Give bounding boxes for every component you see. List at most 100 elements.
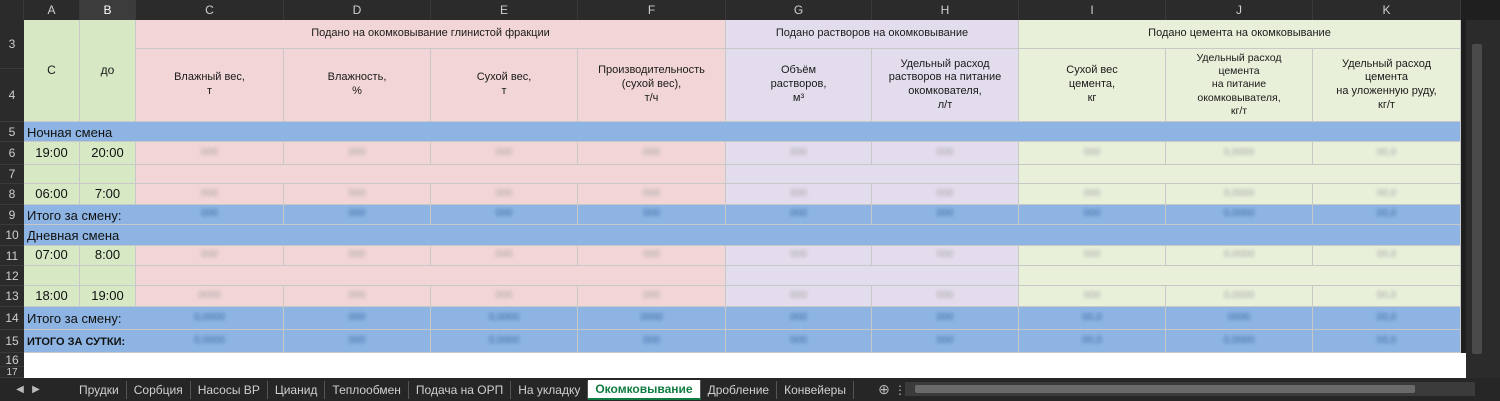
tab-pumps[interactable]: Насосы ВР bbox=[191, 380, 268, 399]
header-cement-spec-ore[interactable]: Удельный расход цемента на уложенную руд… bbox=[1313, 49, 1461, 122]
col-header-c[interactable]: C bbox=[136, 0, 284, 20]
cell[interactable]: 000 bbox=[1019, 142, 1166, 165]
cell[interactable]: 000 bbox=[431, 205, 578, 225]
cell[interactable]: 000 bbox=[1019, 246, 1166, 266]
cell[interactable]: 00,0 bbox=[1019, 307, 1166, 330]
tab-stacking[interactable]: На укладку bbox=[511, 380, 589, 399]
day-end-2[interactable]: 19:00 bbox=[80, 286, 136, 307]
vertical-scrollbar[interactable] bbox=[1466, 20, 1500, 378]
tab-sorption[interactable]: Сорбция bbox=[127, 380, 191, 399]
cell[interactable]: 00,0 bbox=[1313, 286, 1461, 307]
cell[interactable]: 000 bbox=[136, 184, 284, 205]
col-header-e[interactable]: E bbox=[431, 0, 578, 20]
cell[interactable]: 0000 bbox=[578, 307, 726, 330]
row-header-8[interactable]: 8 bbox=[0, 184, 24, 205]
cell[interactable]: 000 bbox=[872, 286, 1019, 307]
add-sheet-icon[interactable]: ⊕ bbox=[876, 381, 892, 398]
day-start-1[interactable]: 07:00 bbox=[24, 246, 80, 266]
horizontal-scrollbar[interactable] bbox=[905, 382, 1475, 396]
header-to[interactable]: до bbox=[80, 20, 136, 122]
cell[interactable]: 00,0 bbox=[1313, 184, 1461, 205]
cell-empty[interactable] bbox=[726, 165, 1019, 184]
tab-prudki[interactable]: Прудки bbox=[72, 380, 127, 399]
cell[interactable]: 000 bbox=[1019, 184, 1166, 205]
cell-empty[interactable] bbox=[1019, 266, 1461, 286]
row-header-9[interactable]: 9 bbox=[0, 205, 24, 225]
header-group-cement[interactable]: Подано цемента на окомковывание bbox=[1019, 20, 1461, 49]
cell[interactable]: 0,0000 bbox=[1166, 184, 1313, 205]
cell[interactable]: 000 bbox=[726, 330, 872, 353]
col-header-f[interactable]: F bbox=[578, 0, 726, 20]
col-header-h[interactable]: H bbox=[872, 0, 1019, 20]
cell-empty[interactable] bbox=[136, 165, 726, 184]
day-start-2[interactable]: 18:00 bbox=[24, 286, 80, 307]
header-wet-weight[interactable]: Влажный вес, т bbox=[136, 49, 284, 122]
cell[interactable]: 00,0 bbox=[1313, 205, 1461, 225]
row-header-5[interactable]: 5 bbox=[0, 122, 24, 142]
tab-pelletizing[interactable]: Окомковывание bbox=[588, 379, 701, 400]
row-header-17[interactable]: 17 bbox=[0, 367, 24, 378]
cell[interactable]: 000 bbox=[578, 286, 726, 307]
header-spec-solution[interactable]: Удельный расход растворов на питание око… bbox=[872, 49, 1019, 122]
header-productivity[interactable]: Производительность (сухой вес), т/ч bbox=[578, 49, 726, 122]
cell[interactable]: 000 bbox=[726, 307, 872, 330]
col-header-a[interactable]: A bbox=[24, 0, 80, 20]
row-header-7[interactable]: 7 bbox=[0, 165, 24, 184]
scroll-right-icon[interactable]: ▶ bbox=[28, 384, 44, 395]
header-cement-dry[interactable]: Сухой вес цемента, кг bbox=[1019, 49, 1166, 122]
tab-conveyors[interactable]: Конвейеры bbox=[777, 380, 854, 399]
cell[interactable]: 000 bbox=[726, 184, 872, 205]
cell[interactable]: 0,0000 bbox=[1166, 330, 1313, 353]
cell[interactable]: 000 bbox=[136, 205, 284, 225]
cell[interactable]: 00,0 bbox=[1313, 142, 1461, 165]
cell[interactable]: 000 bbox=[872, 307, 1019, 330]
cell[interactable]: 0,0000 bbox=[1166, 286, 1313, 307]
cell[interactable]: 000 bbox=[284, 330, 431, 353]
cell-empty[interactable] bbox=[136, 266, 726, 286]
cell[interactable]: 00,0 bbox=[1313, 330, 1461, 353]
night-shift-band[interactable] bbox=[24, 122, 1461, 142]
cell[interactable]: 000 bbox=[872, 184, 1019, 205]
header-humidity[interactable]: Влажность, % bbox=[284, 49, 431, 122]
cell[interactable]: 0000 bbox=[1166, 307, 1313, 330]
col-header-b[interactable]: B bbox=[80, 0, 136, 20]
cell[interactable]: 0,0000 bbox=[431, 307, 578, 330]
cell[interactable]: 000 bbox=[578, 142, 726, 165]
cell[interactable]: 000 bbox=[726, 246, 872, 266]
cell[interactable]: 000 bbox=[872, 205, 1019, 225]
header-cement-spec-feed[interactable]: Удельный расход цемента на питание окомк… bbox=[1166, 49, 1313, 122]
cell[interactable]: 0,0000 bbox=[1166, 205, 1313, 225]
row-header-4[interactable]: 4 bbox=[0, 69, 24, 122]
cell[interactable]: 000 bbox=[431, 142, 578, 165]
cell[interactable]: 000 bbox=[431, 184, 578, 205]
night-end-1[interactable]: 20:00 bbox=[80, 142, 136, 165]
row-header-10[interactable]: 10 bbox=[0, 225, 24, 246]
col-header-k[interactable]: K bbox=[1313, 0, 1461, 20]
header-group-clay[interactable]: Подано на окомковывание глинистой фракци… bbox=[136, 20, 726, 49]
tab-heat-exchange[interactable]: Теплообмен bbox=[325, 380, 409, 399]
cell[interactable]: 0,0000 bbox=[431, 330, 578, 353]
cell[interactable]: 0,0000 bbox=[1166, 246, 1313, 266]
empty-rows[interactable] bbox=[24, 353, 1466, 378]
header-volume[interactable]: Объём растворов, м³ bbox=[726, 49, 872, 122]
night-end-2[interactable]: 7:00 bbox=[80, 184, 136, 205]
col-header-d[interactable]: D bbox=[284, 0, 431, 20]
horizontal-scroll-thumb[interactable] bbox=[915, 385, 1415, 393]
row-header-11[interactable]: 11 bbox=[0, 246, 24, 266]
cell[interactable]: 00,0 bbox=[1313, 246, 1461, 266]
cell-empty[interactable] bbox=[1019, 165, 1461, 184]
row-header-12[interactable]: 12 bbox=[0, 266, 24, 286]
cell[interactable]: 000 bbox=[284, 246, 431, 266]
cell[interactable]: 000 bbox=[1019, 286, 1166, 307]
night-start-2[interactable]: 06:00 bbox=[24, 184, 80, 205]
cell[interactable]: 00,0 bbox=[1313, 307, 1461, 330]
cell[interactable]: 000 bbox=[578, 246, 726, 266]
cell[interactable]: 000 bbox=[284, 307, 431, 330]
cell[interactable]: 000 bbox=[431, 246, 578, 266]
row-header-13[interactable]: 13 bbox=[0, 286, 24, 307]
cell-empty[interactable] bbox=[726, 266, 1019, 286]
cell[interactable]: 00,0 bbox=[1019, 330, 1166, 353]
day-end-1[interactable]: 8:00 bbox=[80, 246, 136, 266]
cell[interactable]: 000 bbox=[578, 184, 726, 205]
cell[interactable]: 000 bbox=[284, 205, 431, 225]
